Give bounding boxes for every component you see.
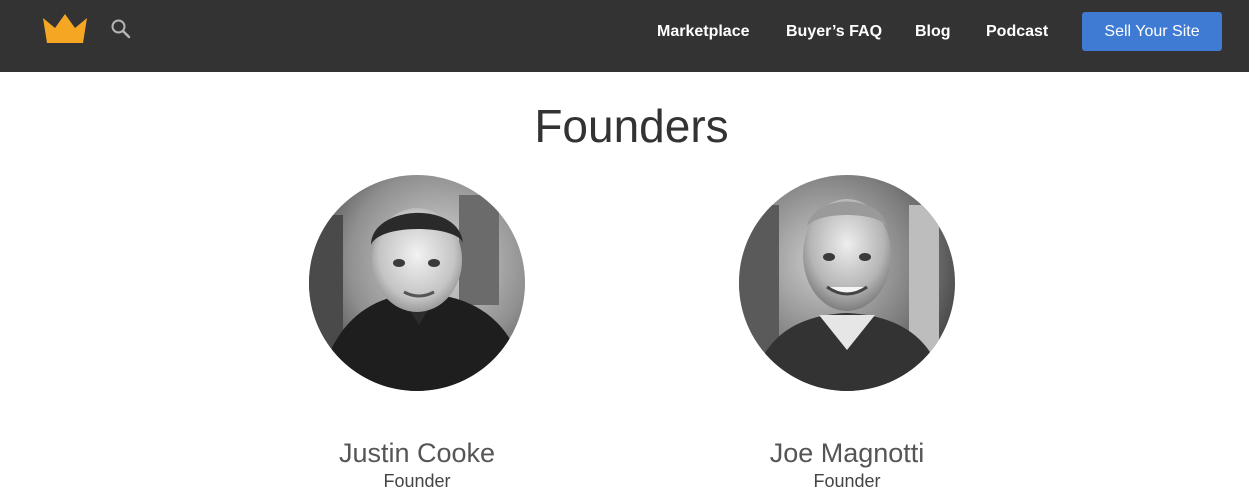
sell-your-site-button[interactable]: Sell Your Site [1082,12,1222,51]
top-navbar: Marketplace Buyer’s FAQ Blog Podcast Sel… [0,0,1249,72]
founder-photo-justin [309,175,525,391]
nav-link-blog[interactable]: Blog [915,22,951,42]
nav-link-marketplace[interactable]: Marketplace [657,22,750,42]
founder-name: Justin Cooke [338,438,496,468]
nav-link-buyers-faq[interactable]: Buyer’s FAQ [786,22,882,42]
founder-name: Joe Magnotti [769,438,925,468]
crown-logo-icon[interactable] [41,12,89,44]
founder-card: Justin Cooke Founder [287,175,547,491]
page-title: Founders [534,100,729,152]
founder-card: Joe Magnotti Founder [717,175,977,491]
founder-role: Founder [383,471,451,491]
founder-photo-joe [739,175,955,391]
search-icon[interactable] [110,18,132,40]
founder-role: Founder [813,471,881,491]
nav-link-podcast[interactable]: Podcast [986,22,1048,42]
